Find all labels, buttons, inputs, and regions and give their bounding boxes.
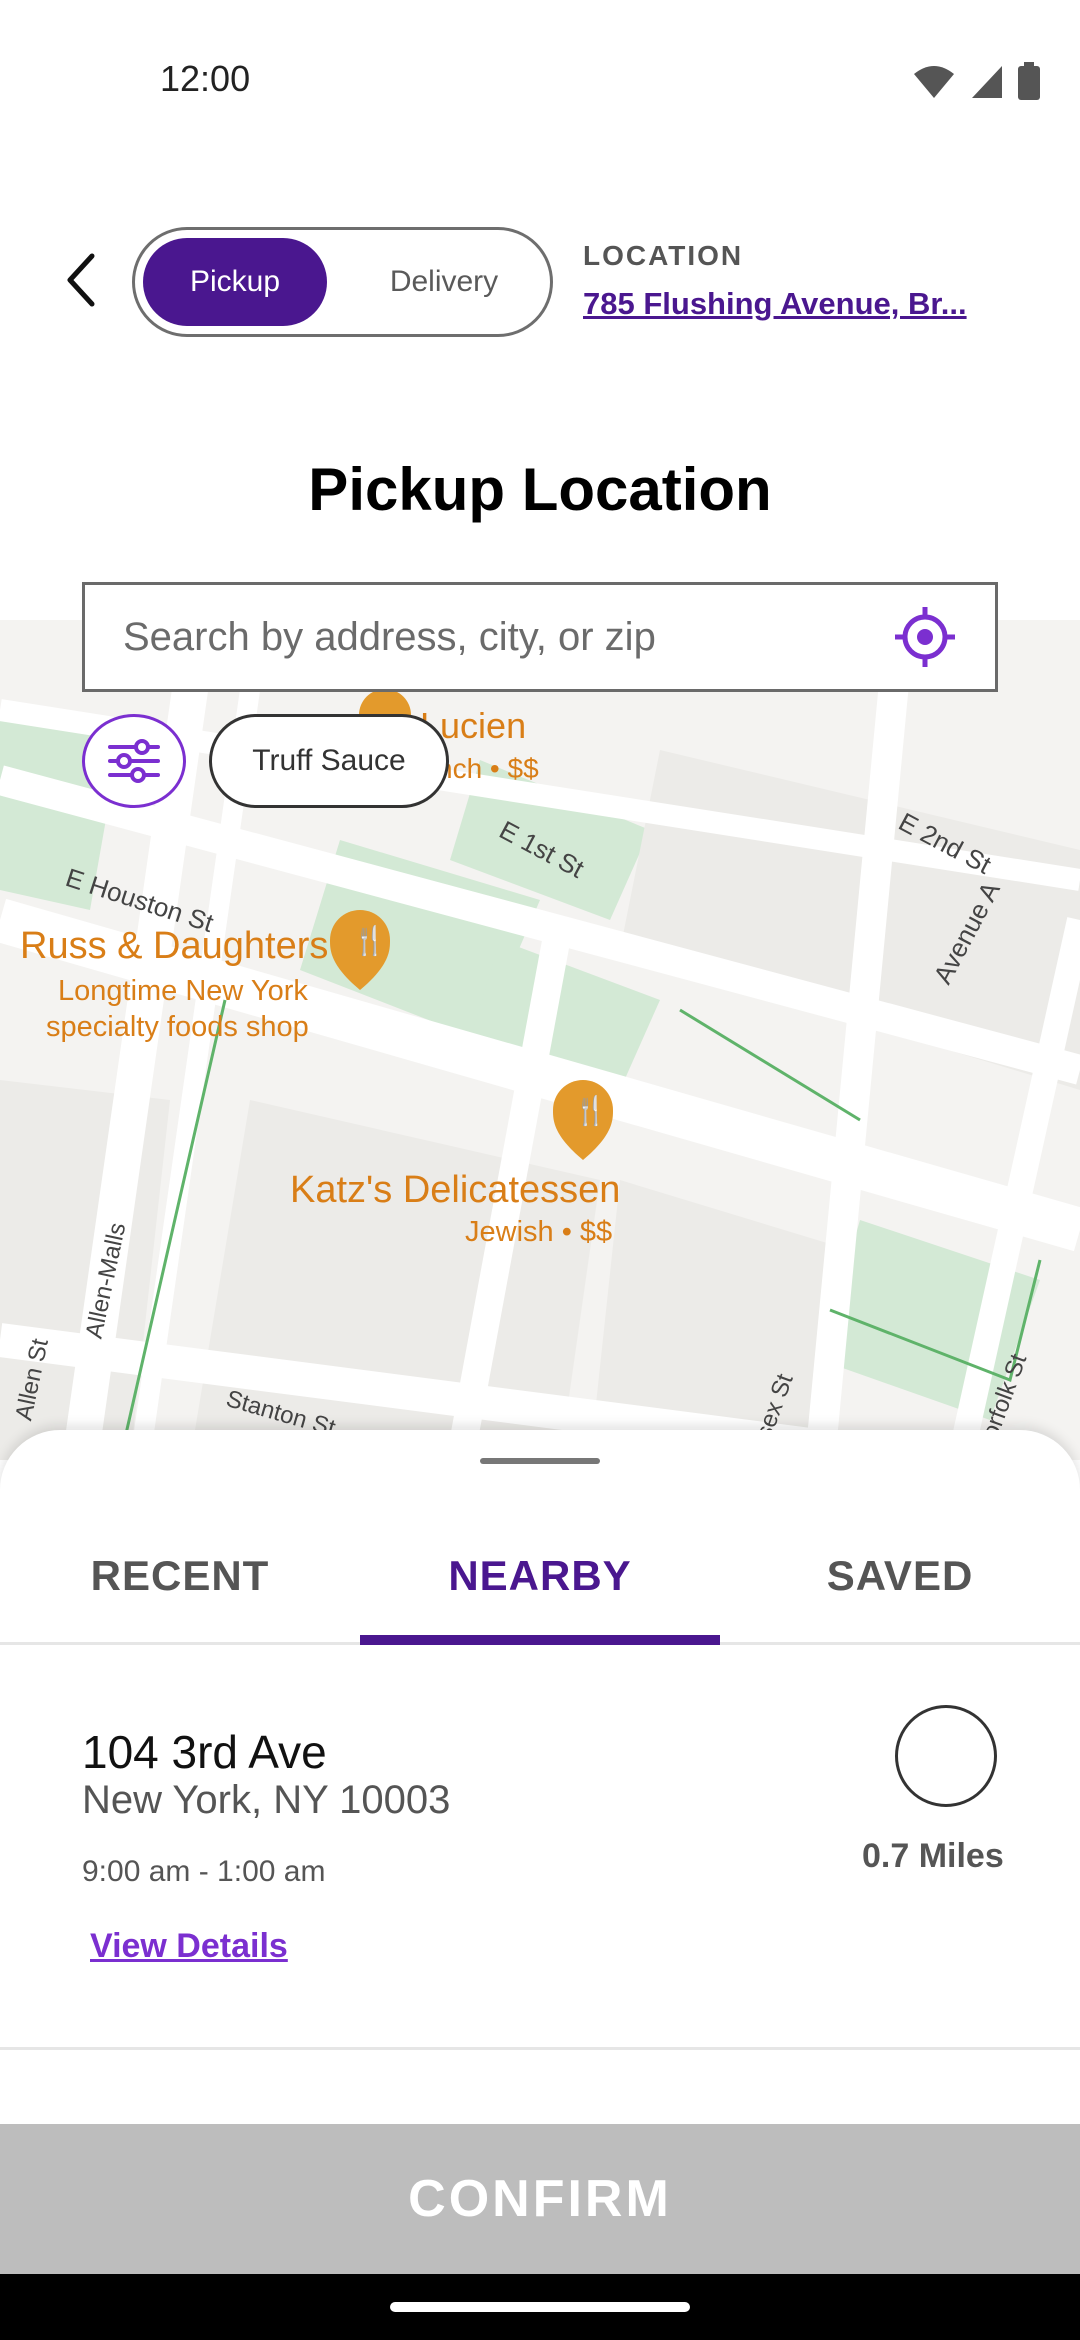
wifi-icon — [914, 66, 954, 98]
filter-chip-truff-sauce[interactable]: Truff Sauce — [209, 714, 449, 808]
location-address-link[interactable]: 785 Flushing Avenue, Br... — [583, 286, 967, 322]
search-box — [82, 582, 998, 692]
fulfillment-toggle: Pickup Delivery — [132, 227, 553, 337]
locations-sheet: RECENT NEARBY SAVED 104 3rd Ave New York… — [0, 1430, 1080, 2125]
confirm-button[interactable]: CONFIRM — [0, 2124, 1080, 2274]
app-root: 12:00 Pickup Delivery LOCATION 785 Flush… — [0, 0, 1080, 2340]
delivery-tab[interactable]: Delivery — [349, 238, 539, 326]
poi-detail: Longtime New York — [58, 975, 308, 1007]
page-title: Pickup Location — [308, 456, 772, 523]
sheet-drag-handle[interactable] — [480, 1458, 600, 1464]
pickup-tab[interactable]: Pickup — [143, 238, 327, 326]
status-time: 12:00 — [160, 58, 251, 99]
cell-signal-icon — [972, 66, 1002, 98]
poi-name: Russ & Daughters — [20, 925, 328, 967]
back-button[interactable] — [52, 250, 112, 310]
search-input[interactable] — [85, 585, 885, 689]
filter-button[interactable] — [82, 714, 186, 808]
store-distance: 0.7 Miles — [862, 1837, 1004, 1875]
poi-detail: specialty foods shop — [46, 1011, 309, 1043]
tab-nearby[interactable]: NEARBY — [360, 1510, 720, 1645]
battery-icon — [1018, 62, 1040, 100]
svg-text:🍴: 🍴 — [352, 924, 387, 957]
store-list-item[interactable]: 104 3rd Ave New York, NY 10003 9:00 am -… — [0, 1645, 1080, 2050]
crosshair-icon — [895, 607, 955, 667]
current-location-button[interactable] — [885, 597, 965, 677]
location-label: LOCATION — [583, 240, 744, 271]
store-city: New York, NY 10003 — [82, 1778, 451, 1822]
sliders-icon — [108, 739, 160, 783]
tab-saved[interactable]: SAVED — [720, 1510, 1080, 1642]
poi-detail: Jewish • $$ — [465, 1216, 612, 1248]
status-icons — [912, 62, 1040, 100]
tab-recent[interactable]: RECENT — [0, 1510, 360, 1642]
location-tabs: RECENT NEARBY SAVED — [0, 1510, 1080, 1645]
status-bar: 12:00 — [0, 0, 1080, 160]
restaurant-pin-icon[interactable]: 🍴 — [553, 1080, 613, 1160]
store-street: 104 3rd Ave — [82, 1726, 327, 1778]
home-indicator[interactable] — [390, 2302, 690, 2312]
svg-text:🍴: 🍴 — [573, 1094, 608, 1127]
store-select-radio[interactable] — [895, 1705, 997, 1807]
store-hours: 9:00 am - 1:00 am — [82, 1855, 326, 1888]
view-details-link[interactable]: View Details — [90, 1927, 288, 1966]
poi-name: Katz's Delicatessen — [290, 1169, 620, 1211]
back-arrow-icon — [67, 253, 95, 307]
